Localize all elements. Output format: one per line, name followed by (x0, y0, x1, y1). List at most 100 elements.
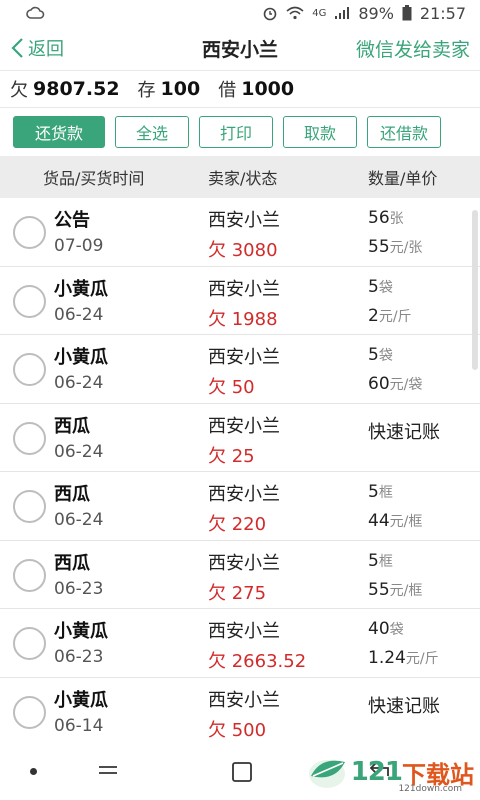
list-item[interactable]: 小黄瓜 06-14 西安小兰欠 500 快速记账 (0, 678, 480, 746)
quantity-value: 5 (368, 276, 379, 297)
item-name: 西瓜 (54, 415, 90, 437)
row-checkbox[interactable] (13, 695, 46, 729)
list-item[interactable]: 西瓜 06-24 西安小兰欠 25 快速记账 (0, 404, 480, 472)
item-seller: 西安小兰 (208, 552, 280, 574)
select-all-button[interactable]: 全选 (115, 116, 189, 148)
item-name: 小黄瓜 (54, 689, 108, 711)
account-summary: 欠 9807.52 存 100 借 1000 (0, 70, 480, 108)
cloud-icon (26, 6, 46, 20)
recent-apps-icon[interactable] (96, 758, 120, 786)
header: 返回 西安小兰 微信发给卖家 (0, 26, 480, 70)
home-icon[interactable] (230, 760, 254, 788)
quantity-value: 5 (368, 550, 379, 571)
quantity-unit: 张 (389, 211, 404, 227)
row-checkbox[interactable] (13, 353, 46, 386)
item-date: 06-24 (54, 304, 104, 325)
item-quantity: 5袋 (368, 345, 393, 365)
send-to-wechat-button[interactable]: 微信发给卖家 (356, 35, 470, 62)
list-item[interactable]: 公告 07-09 西安小兰欠 3080 56张 55元/张 (0, 198, 480, 267)
withdraw-button[interactable]: 取款 (283, 116, 357, 148)
nav-dot-icon[interactable] (30, 768, 37, 775)
item-price: 55元/张 (368, 237, 422, 257)
price-unit: 元/斤 (405, 651, 439, 667)
item-seller: 西安小兰 (208, 689, 280, 711)
borrow-value: 1000 (241, 78, 295, 100)
row-checkbox[interactable] (13, 216, 46, 249)
item-quantity: 5袋 (368, 277, 393, 297)
item-date: 06-23 (54, 578, 104, 599)
quick-record-label: 快速记账 (368, 421, 440, 443)
quantity-value: 5 (368, 482, 379, 502)
item-debt: 欠 25 (208, 445, 255, 467)
row-checkbox[interactable] (13, 421, 46, 455)
price-value: 55 (368, 579, 390, 600)
item-debt: 欠 50 (208, 377, 255, 398)
price-value: 1.24 (368, 648, 406, 668)
list-item[interactable]: 西瓜 06-23 西安小兰欠 275 5框 55元/框 (0, 541, 480, 609)
item-quantity: 40袋 (368, 619, 404, 639)
quantity-unit: 袋 (378, 348, 393, 364)
quantity-value: 5 (368, 345, 379, 365)
back-label: 返回 (28, 39, 64, 60)
item-name: 西瓜 (54, 484, 90, 505)
column-seller-status: 卖家/状态 (208, 169, 278, 188)
price-unit: 元/框 (389, 582, 423, 599)
item-price: 60元/袋 (368, 374, 422, 394)
wifi-icon (286, 6, 304, 20)
item-debt: 欠 500 (208, 719, 267, 741)
item-quantity: 5框 (368, 551, 393, 571)
print-button[interactable]: 打印 (199, 116, 273, 148)
price-unit: 元/张 (389, 240, 423, 256)
watermark-number: 121 (350, 757, 403, 787)
scrollbar[interactable] (472, 210, 478, 370)
item-date: 07-09 (54, 236, 104, 256)
row-checkbox[interactable] (13, 558, 46, 592)
item-debt: 欠 3080 (208, 240, 278, 261)
list-item[interactable]: 西瓜 06-24 西安小兰欠 220 5框 44元/框 (0, 472, 480, 541)
purchase-list: 公告 07-09 西安小兰欠 3080 56张 55元/张 小黄瓜 06-24 西安小兰欠 1… (0, 198, 480, 746)
watermark-logo: 121 下载站 121down.com (305, 752, 474, 794)
item-name: 小黄瓜 (54, 621, 108, 642)
list-item[interactable]: 小黄瓜 06-23 西安小兰欠 2663.52 40袋 1.24元/斤 (0, 609, 480, 678)
price-unit: 元/框 (389, 514, 423, 530)
price-value: 2 (368, 305, 379, 326)
quick-record-label: 快速记账 (368, 695, 440, 717)
row-checkbox[interactable] (13, 627, 46, 660)
item-price: 2元/斤 (368, 306, 412, 326)
owe-label: 欠 (10, 80, 28, 101)
chevron-left-icon (11, 38, 23, 58)
deposit-label: 存 (137, 80, 156, 101)
item-seller: 西安小兰 (208, 278, 280, 300)
list-item[interactable]: 小黄瓜 06-24 西安小兰欠 1988 5袋 2元/斤 (0, 267, 480, 335)
repay-loan-button[interactable]: 还借款 (367, 116, 441, 148)
network-type: 4G (312, 7, 327, 19)
column-qty-price: 数量/单价 (368, 169, 438, 188)
repay-button[interactable]: 还货款 (13, 116, 105, 148)
column-goods-time: 货品/买货时间 (43, 169, 145, 188)
item-debt: 欠 220 (208, 514, 267, 535)
system-nav-bar: 121 下载站 121down.com (0, 744, 480, 800)
item-seller: 西安小兰 (208, 347, 280, 368)
price-value: 55 (368, 237, 390, 257)
item-debt: 欠 1988 (208, 308, 278, 330)
item-debt: 欠 275 (208, 582, 267, 604)
battery-percent: 89% (358, 3, 394, 23)
table-header: 货品/买货时间 卖家/状态 数量/单价 (0, 156, 480, 198)
item-seller: 西安小兰 (208, 621, 280, 642)
item-date: 06-24 (54, 510, 104, 530)
item-name: 西瓜 (54, 552, 90, 574)
item-name: 公告 (54, 210, 90, 231)
item-name: 小黄瓜 (54, 347, 108, 368)
status-bar: 4G 89% 21:57 (0, 0, 480, 26)
item-seller: 西安小兰 (208, 484, 280, 505)
list-item[interactable]: 小黄瓜 06-24 西安小兰欠 50 5袋 60元/袋 (0, 335, 480, 404)
row-checkbox[interactable] (13, 490, 46, 523)
back-button[interactable]: 返回 (10, 26, 64, 70)
owe-value: 9807.52 (33, 78, 120, 100)
item-date: 06-24 (54, 373, 104, 393)
row-checkbox[interactable] (13, 284, 46, 318)
item-seller: 西安小兰 (208, 415, 280, 437)
item-seller: 西安小兰 (208, 210, 280, 231)
battery-icon (402, 5, 412, 21)
price-value: 44 (368, 511, 390, 531)
